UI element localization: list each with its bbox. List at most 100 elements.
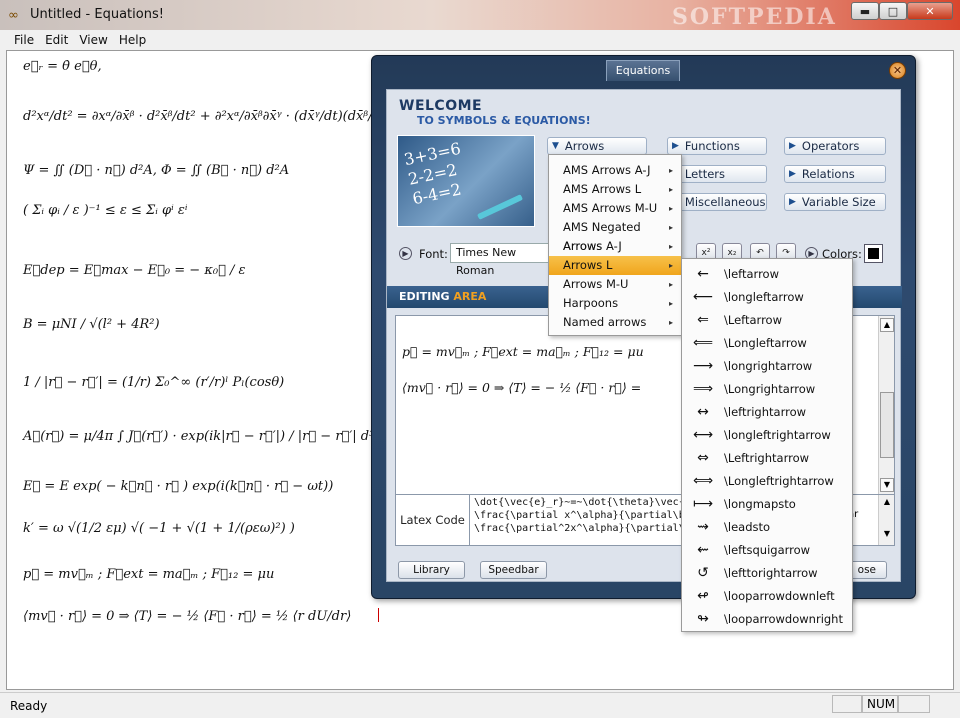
arrow-symbol-item[interactable]: ⇝ \leadsto [682,516,852,539]
menu-item-label: AMS Arrows A-J [563,163,651,177]
menu-item[interactable]: AMS Arrows A-J ▸ [549,161,681,180]
menu-edit[interactable]: Edit [43,30,77,50]
submenu-arrow-icon: ▸ [668,204,673,213]
menu-item-selected[interactable]: Arrows L ▸ [549,256,681,275]
arrow-command: \looparrowdownleft [724,589,835,603]
category-letters-button[interactable]: ▶Letters [667,165,767,183]
arrow-glyph-icon: ← [697,266,709,282]
equation[interactable]: Ψ = ∬ (D⃗ · n⃗) d²A, Φ = ∬ (B⃗ · n⃗) d²A [23,163,289,178]
equation[interactable]: d²xᵅ/dt² = ∂xᵅ/∂x̄ᵝ · d²x̄ᵝ/dt² + ∂²xᵅ/∂… [23,109,391,124]
scroll-down-icon[interactable]: ▼ [880,478,894,492]
speedbar-button[interactable]: Speedbar [480,561,547,579]
menu-bar: File Edit View Help [4,30,956,50]
close-button[interactable]: ✕ [907,2,953,20]
arrow-command: \leadsto [724,520,771,534]
category-variable-size-button[interactable]: ▶ Variable Size [784,193,886,211]
latex-scrollbar[interactable]: ▲ ▼ [878,495,894,545]
maximize-button[interactable]: □ [879,2,907,20]
play-icon[interactable]: ▶ [399,247,412,260]
equation[interactable]: k′ = ω √(1/2 εμ) √( −1 + √(1 + 1/(ρεω)²)… [23,521,295,536]
watermark: SOFTPEDIA [672,4,837,30]
menu-item-label: Arrows M-U [563,277,629,291]
category-miscellaneous-button[interactable]: ▶Miscellaneous [667,193,767,211]
submenu-arrow-icon: ▸ [668,242,673,251]
arrow-symbol-item[interactable]: ↔ \leftrightarrow [682,401,852,424]
chevron-right-icon: ▶ [789,169,796,179]
menu-item[interactable]: Arrows A-J ▸ [549,237,681,256]
equation[interactable]: A⃗(r⃗) = μ/4π ∫ J⃗(r⃗′) · exp(ik|r⃗ − r⃗… [23,429,391,444]
equation[interactable]: E⃗ = E exp( − k⃗n⃗ · r⃗ ) exp(i(k⃗n⃗ · r… [23,479,333,494]
equation[interactable]: ⟨mv⃗ · r⃗⟩ = 0 ⇒ ⟨T⟩ = − ½ ⟨F⃗ · r⃗⟩ = ½… [23,609,351,624]
scroll-up-icon[interactable]: ▲ [880,318,894,332]
welcome-subtitle: TO SYMBOLS & EQUATIONS! [417,114,591,127]
font-select[interactable]: Times New Roman [450,243,550,277]
editing-title-word: EDITING [399,290,450,303]
menu-item-label: Harpoons [563,296,619,310]
editing-area-scrollbar[interactable]: ▲ ▼ [878,316,894,494]
arrow-symbol-item[interactable]: ↺ \lefttorightarrow [682,562,852,585]
chevron-right-icon: ▶ [672,141,679,151]
menu-item[interactable]: AMS Arrows L ▸ [549,180,681,199]
dialog-close-icon[interactable]: ✕ [889,62,906,79]
equation[interactable]: 1 / |r⃗ − r⃗′| = (1/r) Σ₀^∞ (r′/r)ˡ Pₗ(c… [23,375,284,390]
arrow-symbol-item[interactable]: ⟷ \longleftrightarrow [682,424,852,447]
arrow-symbol-item[interactable]: ↬ \looparrowdownright [682,608,852,631]
submenu-arrow-icon: ▸ [668,318,673,327]
app-icon[interactable]: ∞ [8,8,24,23]
submenu-arrow-icon: ▸ [668,261,673,270]
arrow-symbol-item[interactable]: ⟸ \Longleftarrow [682,332,852,355]
equation[interactable]: p⃗ = mv⃗ₘ ; F⃗ext = ma⃗ₘ ; F⃗₁₂ = μu [23,567,274,582]
equation[interactable]: ( Σᵢ φᵢ / ε )⁻¹ ≤ ε ≤ Σᵢ φⁱ εⁱ [23,203,187,218]
menu-item[interactable]: AMS Negated Arrows ▸ [549,218,681,253]
submenu-arrow-icon: ▸ [668,280,673,289]
arrow-glyph-icon: ⟶ [692,358,714,374]
dialog-tab[interactable]: Equations [606,60,680,81]
arrow-glyph-icon: ⟵ [692,289,714,305]
scroll-up-icon[interactable]: ▲ [880,497,894,509]
menu-item[interactable]: Named arrows ▸ [549,313,681,332]
arrow-symbol-item[interactable]: ⟼ \longmapsto [682,493,852,516]
arrows-l-submenu: ← \leftarrow ⟵ \longleftarrow ⇐ \Leftarrow … [681,258,853,632]
arrow-symbol-item[interactable]: ⟹ \Longrightarrow [682,378,852,401]
arrow-command: \Longleftrightarrow [724,474,834,488]
category-relations-button[interactable]: ▶ Relations [784,165,886,183]
arrow-symbol-item[interactable]: ⇔ \Leftrightarrow [682,447,852,470]
arrow-symbol-item[interactable]: ⇜ \leftsquigarrow [682,539,852,562]
scroll-down-icon[interactable]: ▼ [880,529,894,541]
arrow-glyph-icon: ⇝ [697,519,709,535]
menu-help[interactable]: Help [117,30,155,50]
menu-item[interactable]: Arrows M-U ▸ [549,275,681,294]
arrow-symbol-item[interactable]: ↫ \looparrowdownleft [682,585,852,608]
menu-file[interactable]: File [12,30,43,50]
arrow-glyph-icon: ⇐ [697,312,709,328]
arrow-symbol-item[interactable]: ⟵ \longleftarrow [682,286,852,309]
menu-item[interactable]: Harpoons ▸ [549,294,681,313]
category-label: Arrows [564,139,605,153]
chevron-right-icon: ▶ [789,141,796,151]
scroll-thumb[interactable] [880,392,894,458]
minimize-button[interactable]: ▬ [851,2,879,20]
equation[interactable]: B = μNI / √(l² + 4R²) [23,317,160,332]
status-text: Ready [10,699,48,713]
library-button[interactable]: Library [398,561,465,579]
category-functions-button[interactable]: ▶ Functions [667,137,767,155]
category-operators-button[interactable]: ▶ Operators [784,137,886,155]
arrow-symbol-item[interactable]: ⟶ \longrightarrow [682,355,852,378]
arrow-command: \looparrowdownright [724,612,843,626]
category-arrows-button[interactable]: ▼ Arrows [547,137,647,155]
color-swatch[interactable] [864,244,883,263]
equation[interactable]: e⃗ᵣ = θ̇ e⃗θ, [23,59,102,74]
submenu-arrow-icon: ▸ [668,223,673,232]
arrow-command: \longmapsto [724,497,796,511]
chevron-right-icon: ▶ [789,197,796,207]
menu-item[interactable]: AMS Arrows M-U ▸ [549,199,681,218]
equation[interactable]: E⃗dep = E⃗max − E⃗₀ = − κ₀⃗ / ε [23,263,246,278]
edit-equation[interactable]: ⟨mv⃗ · r⃗⟩ = 0 ⇒ ⟨T⟩ = − ½ ⟨F⃗ · r⃗⟩ = [402,380,641,395]
edit-equation[interactable]: p⃗ = mv⃗ₘ ; F⃗ext = ma⃗ₘ ; F⃗₁₂ = μu [402,344,644,359]
arrow-symbol-item[interactable]: ← \leftarrow [682,263,852,286]
font-label: Font: [419,247,448,261]
arrow-symbol-item[interactable]: ⟺ \Longleftrightarrow [682,470,852,493]
chalk-icon [476,194,524,220]
arrow-symbol-item[interactable]: ⇐ \Leftarrow [682,309,852,332]
menu-view[interactable]: View [77,30,116,50]
